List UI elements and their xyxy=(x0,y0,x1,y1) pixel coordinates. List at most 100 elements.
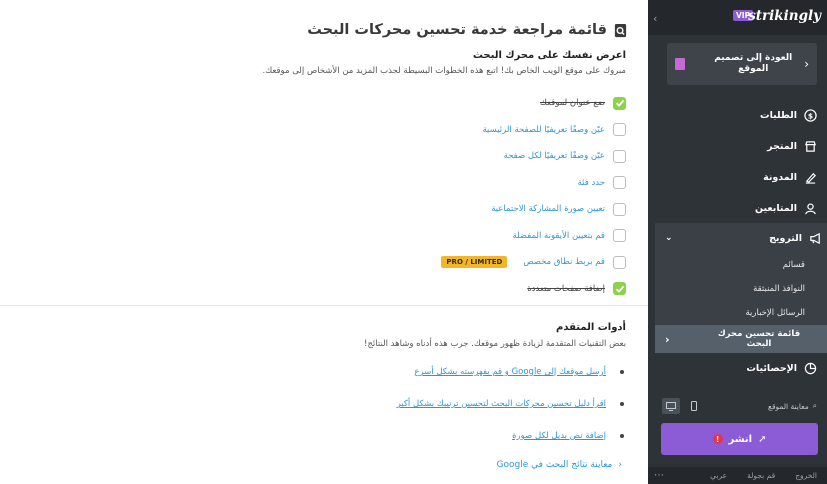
intro-heading: اعرض نفسك على محرك البحث xyxy=(472,50,626,61)
check-icon xyxy=(615,285,624,293)
pro-limited-badge: PRO / LIMITED xyxy=(441,256,508,269)
checklist-label[interactable]: قم بتعيين الأيقونة المفضلة xyxy=(512,231,605,241)
checklist-label: ضع عنوان لموقعك xyxy=(540,98,605,109)
publish-label: انشر xyxy=(728,433,753,445)
sidebar-item-store[interactable]: المتجر xyxy=(648,131,827,162)
tour-link[interactable]: قم بجولة xyxy=(747,471,775,480)
sidebar-item-orders[interactable]: $ الطلبات xyxy=(648,100,827,131)
megaphone-icon xyxy=(810,232,820,244)
back-to-design-button[interactable]: ‹ العودة إلى تصميم الموقع xyxy=(667,43,817,85)
warning-icon: ! xyxy=(712,434,723,444)
checkbox[interactable] xyxy=(613,176,626,190)
sidebar-nav: $ الطلبات المتجر المدونة المتابعين xyxy=(648,100,827,224)
checklist-item: قم بربط نطاق مخصص PRO / LIMITED xyxy=(206,249,626,276)
seo-search-icon xyxy=(614,23,627,37)
checkbox[interactable] xyxy=(613,202,626,216)
bullet xyxy=(620,402,624,406)
store-icon xyxy=(805,141,816,152)
bullet xyxy=(620,370,624,374)
sidebar-item-label: الإحصائيات xyxy=(746,363,797,374)
svg-text:$: $ xyxy=(808,111,813,120)
google-preview-link[interactable]: ‹ معاينة نتائج البحث في Google xyxy=(497,460,622,470)
publish-button[interactable]: ➚ انشر ! xyxy=(661,423,818,455)
editor-sidebar: ‹ VIP strikingly ‹ العودة إلى تصميم المو… xyxy=(648,0,827,484)
checkbox[interactable] xyxy=(613,123,626,137)
document-icon xyxy=(675,58,685,70)
sidebar-item-followers[interactable]: المتابعين xyxy=(648,193,827,224)
sidebar-item-label: المدونة xyxy=(763,172,797,183)
checklist-item: تعيين صورة المشاركة الاجتماعية xyxy=(206,196,626,223)
sidebar-item-label: الترويج xyxy=(769,232,802,244)
seo-checklist: ضع عنوان لموقعك عيّن وصفًا تعريفيًا للصفح… xyxy=(206,90,626,302)
advanced-description: بعض التقنيات المتقدمة لزيادة ظهور موقعك.… xyxy=(364,339,626,349)
list-item: اقرأ دليل تحسين محركات البحث لتحسين ترتي… xyxy=(224,388,624,420)
mobile-icon[interactable] xyxy=(685,398,703,414)
rocket-icon: ➚ xyxy=(758,433,767,445)
chevron-down-icon: ⌄ xyxy=(665,233,673,243)
checklist-item: ضع عنوان لموقعك xyxy=(206,90,626,117)
more-icon[interactable]: ⋯ xyxy=(654,470,664,481)
sidebar-footer: الخروج قم بجولة عربي ⋯ xyxy=(648,467,827,484)
checklist-label: إضافة صفحات متعددة xyxy=(527,283,605,294)
checklist-label[interactable]: عيّن وصفًا تعريفيًا لكل صفحة xyxy=(504,151,605,161)
pie-chart-icon xyxy=(804,362,817,375)
intro-description: مبروك على موقع الويب الخاص بك! اتبع هذه … xyxy=(262,66,626,76)
checkbox[interactable] xyxy=(613,229,626,243)
check-icon xyxy=(615,100,624,108)
language-link[interactable]: عربي xyxy=(710,471,727,480)
checkbox[interactable] xyxy=(613,282,626,296)
strikingly-logo: strikingly xyxy=(748,8,821,24)
seo-guide-link[interactable]: اقرأ دليل تحسين محركات البحث لتحسين ترتي… xyxy=(397,399,606,409)
section-divider xyxy=(0,305,648,306)
seo-checklist-panel: قائمة مراجعة خدمة تحسين محركات البحث اعر… xyxy=(0,0,648,484)
sidebar-item-blog[interactable]: المدونة xyxy=(648,162,827,193)
site-preview-row: ⌕ معاينة الموقع xyxy=(648,397,827,415)
list-item: إضافة نص بديل لكل صورة xyxy=(224,420,624,452)
sidebar-subitem-seo-checklist[interactable]: قائمة تحسين محرك البحث ‹ xyxy=(655,325,827,353)
checklist-item: حدد فئة xyxy=(206,170,626,197)
checkbox[interactable] xyxy=(613,149,626,163)
bullet xyxy=(620,434,624,438)
chevron-left-icon: ‹ xyxy=(665,332,670,346)
checklist-item: قم بتعيين الأيقونة المفضلة xyxy=(206,223,626,250)
sidebar-subitem-coupons[interactable]: قسائم xyxy=(655,253,827,277)
logout-link[interactable]: الخروج xyxy=(795,471,817,480)
sidebar-item-promotion[interactable]: الترويج ⌄ xyxy=(655,223,827,253)
promotion-section: الترويج ⌄ قسائم النوافذ المنبثقة الرسائل… xyxy=(655,223,827,353)
sidebar-subitem-newsletters[interactable]: الرسائل الإخبارية xyxy=(655,301,827,325)
users-icon xyxy=(805,203,816,215)
checkbox[interactable] xyxy=(613,255,626,269)
alt-text-link[interactable]: إضافة نص بديل لكل صورة xyxy=(512,431,606,441)
sidebar-item-label: المتجر xyxy=(767,141,797,152)
site-preview-label: معاينة الموقع xyxy=(767,401,809,411)
desktop-icon[interactable] xyxy=(662,398,680,414)
sidebar-subitem-popups[interactable]: النوافذ المنبثقة xyxy=(655,277,827,301)
checklist-item: إضافة صفحات متعددة xyxy=(206,276,626,303)
device-toggle xyxy=(662,398,703,414)
sidebar-item-label: الطلبات xyxy=(760,110,797,121)
pen-icon xyxy=(805,172,816,184)
page-title: قائمة مراجعة خدمة تحسين محركات البحث xyxy=(307,22,607,38)
dollar-icon: $ xyxy=(804,109,817,122)
submit-to-google-link[interactable]: أرسل موقعك إلى Google و قم بفهرسته بشكل … xyxy=(414,367,606,377)
checklist-item: عيّن وصفًا تعريفيًا لكل صفحة xyxy=(206,143,626,170)
checklist-label[interactable]: تعيين صورة المشاركة الاجتماعية xyxy=(491,204,605,214)
google-preview-label: معاينة نتائج البحث في Google xyxy=(496,460,613,470)
chevron-left-icon: ‹ xyxy=(804,57,809,71)
advanced-heading: أدوات المتقدم xyxy=(555,322,626,333)
search-icon: ⌕ xyxy=(812,401,817,410)
list-item: أرسل موقعك إلى Google و قم بفهرسته بشكل … xyxy=(224,356,624,388)
checklist-label[interactable]: عيّن وصفًا تعريفيًا للصفحة الرئيسية xyxy=(483,125,606,135)
chevron-left-icon: ‹ xyxy=(618,460,622,470)
panel-header: قائمة مراجعة خدمة تحسين محركات البحث xyxy=(307,22,628,38)
sidebar-item-stats[interactable]: الإحصائيات xyxy=(648,353,827,384)
sidebar-top-bar: ‹ VIP strikingly xyxy=(648,0,827,35)
sidebar-item-label: قائمة تحسين محرك البحث xyxy=(717,329,801,349)
checklist-label[interactable]: حدد فئة xyxy=(578,178,605,188)
sidebar-stats-wrap: الإحصائيات xyxy=(648,353,827,384)
checklist-label[interactable]: قم بربط نطاق مخصص xyxy=(523,257,605,267)
checklist-item: عيّن وصفًا تعريفيًا للصفحة الرئيسية xyxy=(206,117,626,144)
collapse-sidebar-icon[interactable]: ‹ xyxy=(653,12,657,25)
checkbox[interactable] xyxy=(613,96,626,110)
sidebar-item-label: المتابعين xyxy=(755,203,797,214)
